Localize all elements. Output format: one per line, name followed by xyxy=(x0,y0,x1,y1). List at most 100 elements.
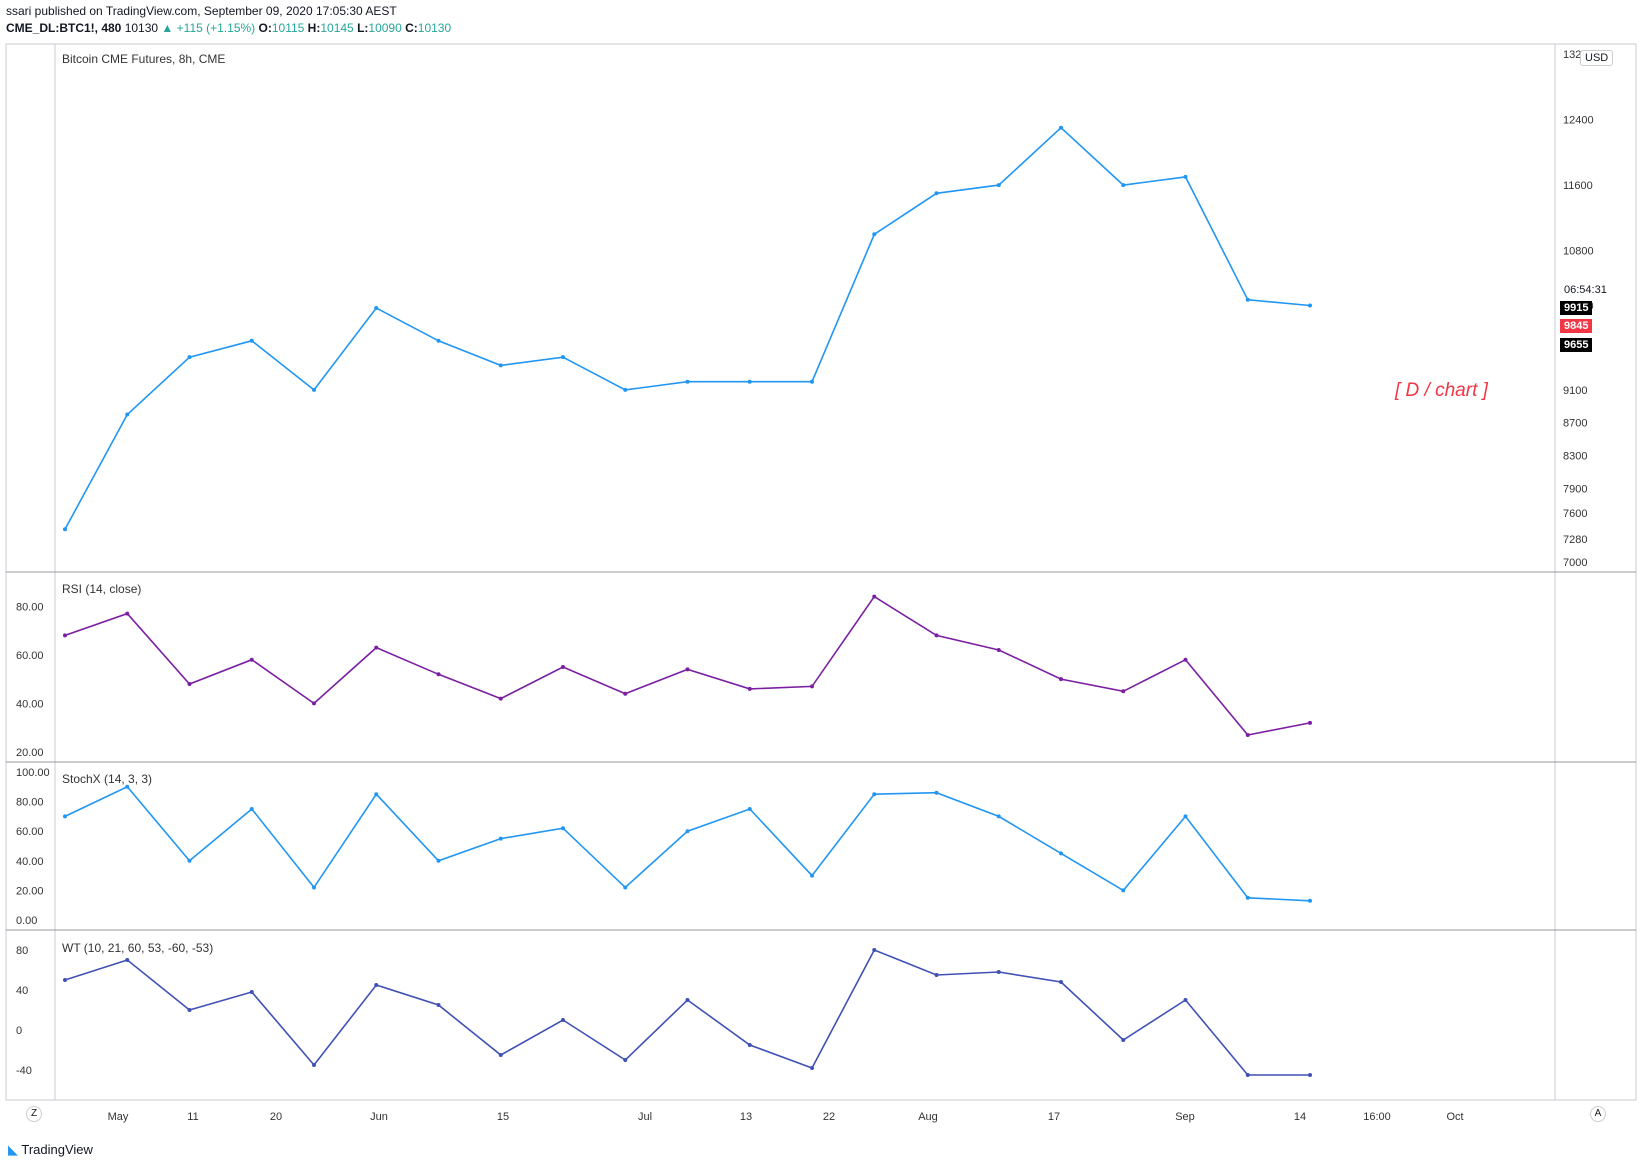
stoch-point-10 xyxy=(685,829,690,834)
stoch-ytick-4: 20.00 xyxy=(16,885,44,897)
stoch-ytick-1: 80.00 xyxy=(16,797,44,809)
price-ytick-3: 10800 xyxy=(1563,246,1594,258)
tradingview-logo[interactable]: ◣ TradingView xyxy=(8,1142,93,1158)
price-point-8 xyxy=(561,355,565,360)
xtick-7: 22 xyxy=(823,1111,835,1123)
xtick-10: Sep xyxy=(1175,1111,1195,1123)
wt-point-1 xyxy=(125,958,130,962)
price-panel-title: Bitcoin CME Futures, 8h, CME xyxy=(62,52,226,66)
wt-point-6 xyxy=(436,1003,441,1007)
rsi-point-6 xyxy=(436,672,441,677)
stoch-series-line xyxy=(64,785,1311,902)
xtick-5: Jul xyxy=(638,1111,652,1123)
xtick-0: May xyxy=(108,1111,129,1123)
rsi-point-0 xyxy=(63,633,67,638)
price-tag-9915: 9915 xyxy=(1560,301,1593,315)
price-tag-9845: 9845 xyxy=(1560,319,1593,333)
stoch-point-11 xyxy=(747,807,752,811)
brand-name: TradingView xyxy=(21,1142,93,1157)
wt-point-8 xyxy=(561,1018,565,1022)
rsi-point-11 xyxy=(747,686,752,691)
price-point-10 xyxy=(685,379,690,384)
xtick-1: 11 xyxy=(187,1111,198,1123)
price-point-9 xyxy=(623,387,628,392)
wt-panel-title: WT (10, 21, 60, 53, -60, -53) xyxy=(62,941,214,955)
wt-point-7 xyxy=(498,1053,503,1057)
wt-point-2 xyxy=(187,1008,192,1012)
price-point-1 xyxy=(125,412,130,417)
wt-point-10 xyxy=(685,998,690,1002)
d-chart-annotation: [ D / chart ] xyxy=(1395,380,1488,401)
rsi-ytick-1: 60.00 xyxy=(16,650,44,662)
price-point-11 xyxy=(747,379,752,384)
xtick-9: 17 xyxy=(1048,1111,1060,1123)
rsi-ytick-2: 40.00 xyxy=(16,698,44,710)
price-point-13 xyxy=(872,232,877,237)
stoch-panel-title: StochX (14, 3, 3) xyxy=(62,772,153,786)
stoch-point-7 xyxy=(498,836,503,841)
wt-point-11 xyxy=(747,1043,752,1047)
price-series-line xyxy=(64,126,1311,530)
price-point-16 xyxy=(1059,125,1063,130)
wt-ytick-0: 80 xyxy=(16,945,28,957)
stoch-point-9 xyxy=(623,885,628,890)
price-ytick-6: 9100 xyxy=(1563,385,1587,397)
rsi-point-12 xyxy=(810,684,814,689)
rsi-point-7 xyxy=(498,696,503,701)
stoch-point-8 xyxy=(561,826,565,831)
wt-point-14 xyxy=(934,973,939,977)
price-point-3 xyxy=(249,338,254,343)
price-tag-9655: 9655 xyxy=(1560,338,1593,352)
wt-point-0 xyxy=(63,978,67,982)
rsi-point-17 xyxy=(1121,689,1126,694)
rsi-point-15 xyxy=(996,648,1001,652)
wt-ytick-2: 0 xyxy=(16,1025,22,1037)
price-point-7 xyxy=(498,363,503,368)
price-point-18 xyxy=(1183,174,1188,179)
wt-point-9 xyxy=(623,1058,628,1062)
currency-button[interactable]: USD xyxy=(1580,50,1614,66)
stoch-point-18 xyxy=(1183,814,1188,819)
price-ytick-12: 7000 xyxy=(1563,557,1587,569)
price-point-15 xyxy=(996,183,1001,188)
price-point-20 xyxy=(1308,303,1312,308)
price-ytick-11: 7280 xyxy=(1563,534,1587,546)
wt-point-17 xyxy=(1121,1038,1126,1042)
price-ytick-9: 7900 xyxy=(1563,483,1587,495)
rsi-point-9 xyxy=(623,691,628,696)
stoch-point-4 xyxy=(312,885,316,890)
rsi-point-14 xyxy=(934,633,939,638)
stoch-point-0 xyxy=(63,814,67,819)
zoom-corner-button[interactable]: Z xyxy=(26,1106,42,1122)
wt-point-13 xyxy=(872,948,877,952)
xtick-13: Oct xyxy=(1446,1111,1463,1123)
price-point-4 xyxy=(312,387,316,392)
wt-point-4 xyxy=(312,1063,316,1067)
rsi-point-10 xyxy=(685,667,690,672)
xtick-11: 14 xyxy=(1294,1111,1306,1123)
wt-point-19 xyxy=(1245,1073,1250,1077)
rsi-point-8 xyxy=(561,665,565,669)
stoch-point-17 xyxy=(1121,888,1126,893)
chart-canvas[interactable]: 1320012400116001080010300101309100870083… xyxy=(0,0,1642,1164)
wt-ytick-3: -40 xyxy=(16,1065,32,1077)
wt-point-5 xyxy=(374,983,379,987)
wt-series-line xyxy=(64,948,1310,1076)
stoch-point-20 xyxy=(1308,898,1312,903)
xtick-4: 15 xyxy=(497,1111,509,1123)
stoch-point-6 xyxy=(436,858,441,863)
stoch-point-13 xyxy=(872,792,877,797)
rsi-point-2 xyxy=(187,682,192,686)
rsi-ytick-3: 20.00 xyxy=(16,747,44,759)
stoch-point-16 xyxy=(1059,851,1063,856)
price-ytick-2: 11600 xyxy=(1563,180,1593,192)
wt-point-18 xyxy=(1183,998,1188,1002)
rsi-point-5 xyxy=(374,645,379,650)
auto-scale-button[interactable]: A xyxy=(1590,1106,1606,1122)
rsi-series-line xyxy=(64,595,1311,736)
rsi-point-1 xyxy=(125,611,130,616)
stoch-point-5 xyxy=(374,792,379,797)
rsi-point-16 xyxy=(1059,677,1063,682)
price-point-12 xyxy=(810,379,814,384)
wt-point-16 xyxy=(1059,980,1063,984)
